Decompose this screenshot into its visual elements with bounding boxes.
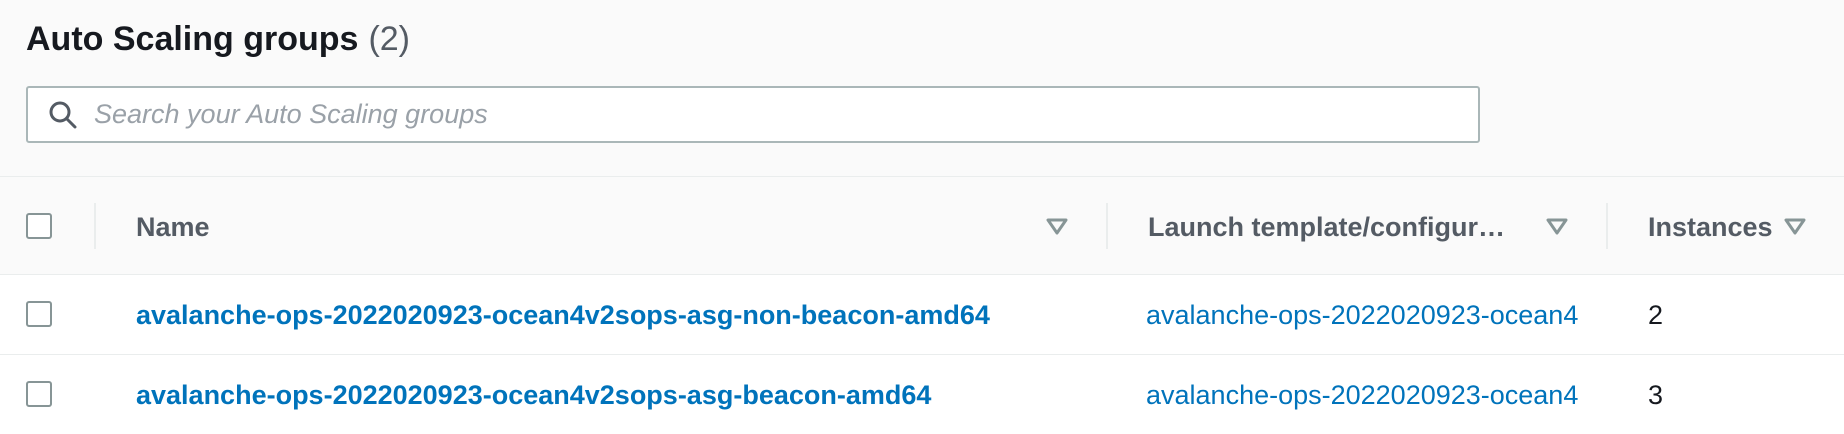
- page-header: Auto Scaling groups (2): [26, 14, 410, 64]
- column-header-instances[interactable]: Instances: [1648, 209, 1773, 245]
- table-row[interactable]: avalanche-ops-2022020923-ocean4v2sops-as…: [0, 274, 1844, 354]
- table-body: avalanche-ops-2022020923-ocean4v2sops-as…: [0, 274, 1844, 434]
- column-divider[interactable]: [1106, 203, 1108, 249]
- asg-name-link[interactable]: avalanche-ops-2022020923-ocean4v2sops-as…: [136, 377, 931, 413]
- search-box[interactable]: [26, 86, 1480, 143]
- asg-name-link[interactable]: avalanche-ops-2022020923-ocean4v2sops-as…: [136, 297, 990, 333]
- column-header-launch-template[interactable]: Launch template/configur…: [1148, 209, 1505, 245]
- sort-caret-down-icon[interactable]: [1544, 213, 1570, 239]
- group-count: (2): [368, 19, 411, 58]
- table-header: Name Launch template/configur… Instances: [0, 176, 1844, 274]
- instances-count: 2: [1648, 300, 1664, 330]
- instances-count: 3: [1648, 380, 1664, 410]
- column-header-name[interactable]: Name: [136, 209, 210, 245]
- launch-template-link[interactable]: avalanche-ops-2022020923-ocean4: [1146, 297, 1578, 333]
- sort-caret-down-icon[interactable]: [1044, 213, 1070, 239]
- column-divider[interactable]: [94, 203, 96, 249]
- column-divider[interactable]: [1606, 203, 1608, 249]
- row-checkbox[interactable]: [26, 301, 52, 327]
- page-title: Auto Scaling groups: [26, 19, 359, 58]
- table-row[interactable]: avalanche-ops-2022020923-ocean4v2sops-as…: [0, 354, 1844, 434]
- launch-template-link[interactable]: avalanche-ops-2022020923-ocean4: [1146, 377, 1578, 413]
- auto-scaling-groups-table: Name Launch template/configur… Instances…: [0, 176, 1844, 434]
- sort-caret-down-icon[interactable]: [1782, 213, 1808, 239]
- search-input[interactable]: [92, 91, 1456, 138]
- select-all-checkbox[interactable]: [26, 213, 52, 239]
- search-icon: [46, 98, 80, 132]
- row-checkbox[interactable]: [26, 381, 52, 407]
